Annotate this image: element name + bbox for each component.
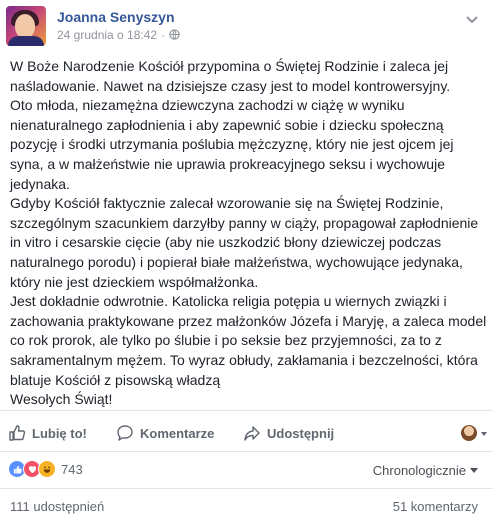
thumbs-up-icon [9,425,26,441]
like-button[interactable]: Lubię to! [8,418,87,448]
haha-reaction-icon [38,460,56,478]
comment-sort-dropdown[interactable]: Chronologicznie [373,463,478,478]
divider [0,488,493,489]
post-header: Joanna Senyszyn 24 grudnia o 18:42 · [0,0,493,52]
post-timestamp[interactable]: 24 grudnia o 18:42 [57,28,157,42]
author-avatar[interactable] [6,6,46,46]
speech-bubble-icon [117,425,133,441]
facebook-post: Joanna Senyszyn 24 grudnia o 18:42 · W Bo… [0,0,493,522]
meta-separator: · [161,28,166,42]
post-text: W Boże Narodzenie Kościół przypomina o Ś… [10,58,487,408]
caret-down-icon[interactable] [481,432,487,436]
divider [0,410,493,411]
share-label: Udostępnij [267,425,335,441]
comment-count[interactable]: 51 komentarzy [393,499,478,514]
divider [0,451,493,452]
reaction-count: 743 [61,461,83,477]
share-as-avatar[interactable] [461,425,477,441]
share-button[interactable]: Udostępnij [243,418,334,448]
action-bar: Lubię to! Komentarze Udostępnij [0,418,493,448]
comment-button[interactable]: Komentarze [116,418,214,448]
chevron-down-icon[interactable] [465,12,479,24]
like-label: Lubię to! [32,425,87,441]
share-count[interactable]: 111 udostępnień [10,499,104,514]
comment-label: Komentarze [140,425,215,441]
caret-down-icon [470,468,478,473]
post-meta: 24 grudnia o 18:42 · [57,28,180,43]
author-name[interactable]: Joanna Senyszyn [57,9,175,25]
reactions-summary[interactable]: 743 [8,459,83,479]
share-arrow-icon [244,426,260,441]
sort-label: Chronologicznie [372,463,466,478]
globe-icon [169,29,180,43]
